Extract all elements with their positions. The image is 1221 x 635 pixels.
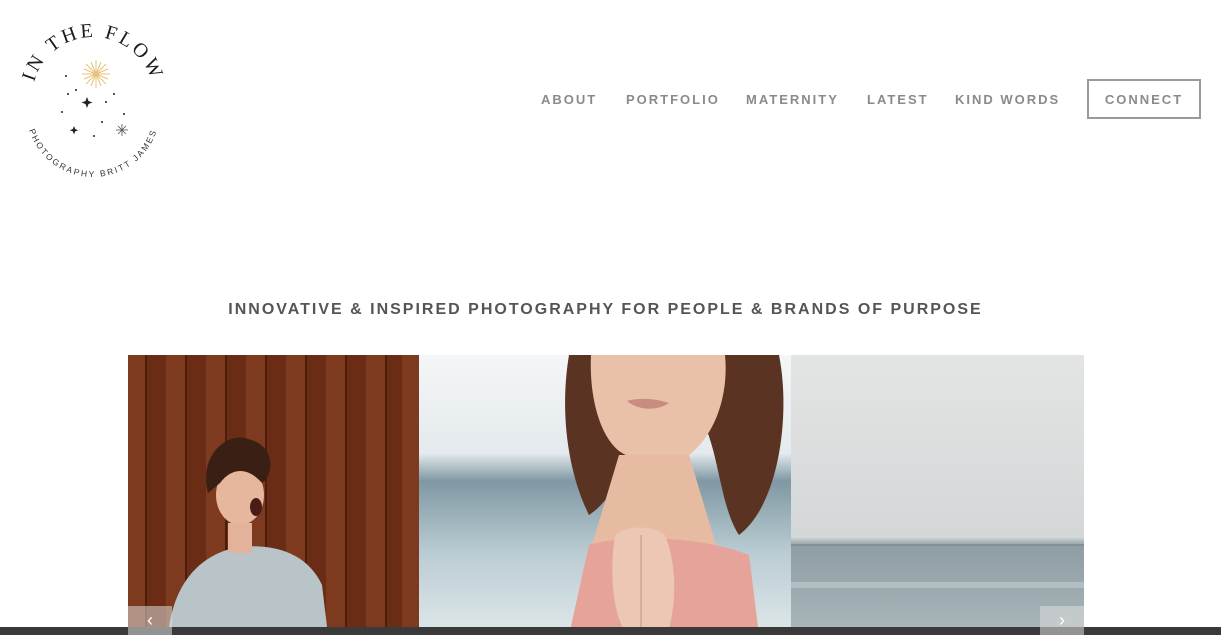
chevron-left-icon: ‹	[147, 610, 153, 630]
photo-ocean-horizon-icon	[791, 355, 1084, 635]
hero-tagline: INNOVATIVE & INSPIRED PHOTOGRAPHY FOR PE…	[228, 301, 983, 318]
nav-kind-words[interactable]: KIND WORDS	[955, 92, 1060, 107]
nav-portfolio[interactable]: PORTFOLIO	[626, 92, 720, 107]
bottom-bar	[0, 627, 1221, 635]
nav-about[interactable]: ABOUT	[541, 92, 597, 107]
connect-button[interactable]: CONNECT	[1087, 79, 1201, 119]
nav-latest[interactable]: LATEST	[867, 92, 929, 107]
main-nav: ABOUT PORTFOLIO MATERNITY LATEST KIND WO…	[0, 0, 1221, 200]
chevron-right-icon: ›	[1059, 610, 1065, 630]
photo-woman-namaste-beach-icon	[419, 355, 791, 635]
gallery-next-button[interactable]: ›	[1040, 606, 1084, 635]
photo-woman-laughing-wood-wall-icon	[128, 355, 419, 635]
photo-gallery	[128, 355, 1084, 635]
photo-woman-laughing[interactable]	[128, 355, 419, 635]
photo-woman-namaste[interactable]	[419, 355, 791, 635]
nav-maternity[interactable]: MATERNITY	[746, 92, 839, 107]
photo-ocean[interactable]	[791, 355, 1084, 635]
gallery-prev-button[interactable]: ‹	[128, 606, 172, 635]
